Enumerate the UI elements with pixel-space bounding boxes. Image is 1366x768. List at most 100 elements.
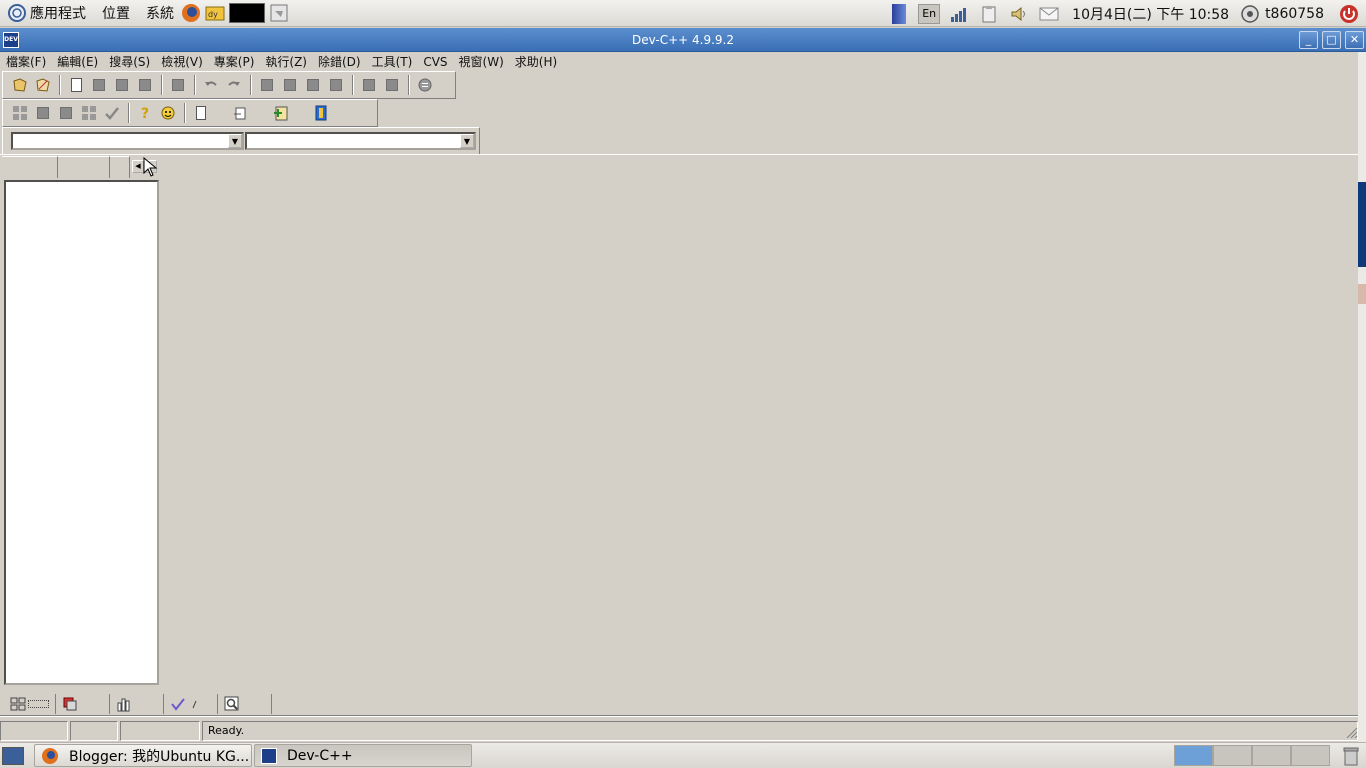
workspace-3[interactable] — [1252, 745, 1291, 766]
insert-icon[interactable] — [230, 102, 252, 124]
status-lines — [120, 721, 200, 741]
resize-grip-icon[interactable] — [1344, 725, 1358, 739]
indent-icon[interactable] — [358, 74, 380, 96]
tab-debug[interactable] — [110, 156, 130, 178]
project-tree-panel[interactable] — [4, 180, 159, 685]
tab-resource[interactable] — [56, 694, 110, 714]
svg-text:?: ? — [141, 106, 149, 121]
clock[interactable]: 10月4日(二) 下午 10:58 — [1072, 4, 1229, 24]
chevron-down-icon[interactable]: ▼ — [460, 134, 474, 148]
firefox-launcher-icon[interactable] — [180, 2, 202, 24]
find-icon[interactable] — [256, 74, 278, 96]
show-desktop-icon[interactable] — [2, 746, 24, 765]
report-tabs — [0, 693, 1366, 715]
minimize-button[interactable]: _ — [1299, 31, 1318, 49]
workspace-1[interactable] — [1174, 745, 1213, 766]
shutdown-icon[interactable] — [1338, 4, 1360, 24]
find-next-icon[interactable] — [302, 74, 324, 96]
menu-cvs[interactable]: CVS — [423, 55, 447, 69]
menu-execute[interactable]: 執行(Z) — [265, 53, 307, 70]
system-tray: En 10月4日(二) 下午 10:58 t860758 — [884, 0, 1366, 27]
user-status-icon[interactable] — [1239, 4, 1261, 24]
window-title: Dev-C++ 4.9.9.2 — [631, 33, 735, 47]
menu-search[interactable]: 搜尋(S) — [109, 53, 150, 70]
close-project-icon[interactable] — [32, 74, 54, 96]
goto-line-icon[interactable] — [325, 74, 347, 96]
terminal-launcher-icon[interactable] — [228, 2, 266, 24]
run-icon[interactable] — [32, 102, 54, 124]
print-icon[interactable] — [167, 74, 189, 96]
firefox-icon — [42, 747, 58, 764]
notes-icon[interactable] — [888, 3, 910, 24]
tab-compile-log[interactable] — [110, 694, 164, 714]
redo-icon[interactable] — [223, 74, 245, 96]
chevron-down-icon[interactable]: ▼ — [228, 134, 242, 148]
places-menu[interactable]: 位置 — [102, 3, 130, 23]
menu-tools[interactable]: 工具(T) — [372, 53, 413, 70]
top-panel: 應用程式 位置 系統 dy En 10月4日(二) 下午 10:58 t8607… — [0, 0, 1366, 27]
save-all-icon[interactable] — [134, 74, 156, 96]
main-toolbar — [2, 71, 456, 99]
menu-debug[interactable]: 除錯(D) — [318, 53, 361, 70]
network-signal-icon[interactable] — [948, 4, 970, 24]
compile-icon[interactable] — [9, 102, 31, 124]
menu-bar: 檔案(F) 編輯(E) 搜尋(S) 檢視(V) 專案(P) 執行(Z) 除錯(D… — [0, 52, 1366, 71]
tab-classes[interactable] — [58, 156, 110, 178]
add-to-project-icon[interactable] — [270, 102, 292, 124]
background-window-edge — [1358, 52, 1366, 742]
help-icon[interactable]: ? — [134, 102, 156, 124]
tab-find-results[interactable] — [218, 694, 272, 714]
new-project-icon[interactable] — [190, 102, 212, 124]
tab-project[interactable] — [2, 156, 58, 178]
class-browser-icon[interactable] — [310, 102, 332, 124]
workspace-switcher — [1174, 745, 1330, 766]
applications-menu[interactable]: 應用程式 — [30, 3, 86, 23]
taskbar-item-devcpp[interactable]: Dev-C++ — [254, 744, 472, 767]
volume-icon[interactable] — [1008, 4, 1030, 24]
menu-window[interactable]: 視窗(W) — [459, 53, 504, 70]
taskbar-item-firefox[interactable]: Blogger: 我的Ubuntu KG... — [34, 744, 252, 767]
ubuntu-menu-icon[interactable] — [6, 2, 28, 24]
undo-icon[interactable] — [200, 74, 222, 96]
mail-icon[interactable] — [1038, 4, 1060, 24]
menu-help[interactable]: 求助(H) — [515, 53, 557, 70]
status-line-col — [0, 721, 68, 741]
syntax-check-icon[interactable] — [101, 102, 123, 124]
open-project-icon[interactable] — [9, 74, 31, 96]
rebuild-all-icon[interactable] — [78, 102, 100, 124]
save-icon[interactable] — [111, 74, 133, 96]
tab-compiler[interactable] — [4, 694, 56, 714]
window-titlebar[interactable]: DEV Dev-C++ 4.9.9.2 _ □ ✕ — [0, 28, 1366, 52]
app-launcher-icon[interactable]: dy — [204, 2, 226, 24]
compile-run-icon[interactable] — [55, 102, 77, 124]
workspace-2[interactable] — [1213, 745, 1252, 766]
maximize-button[interactable]: □ — [1322, 31, 1341, 49]
svg-text:dy: dy — [208, 10, 218, 19]
screenshot-launcher-icon[interactable] — [268, 2, 290, 24]
unindent-icon[interactable] — [381, 74, 403, 96]
class-combobox[interactable]: ▼ — [11, 132, 244, 150]
devcpp-app-icon[interactable]: DEV — [3, 32, 19, 48]
about-icon[interactable] — [157, 102, 179, 124]
trash-icon[interactable] — [1342, 746, 1360, 766]
replace-icon[interactable] — [279, 74, 301, 96]
open-file-icon[interactable] — [88, 74, 110, 96]
menu-file[interactable]: 檔案(F) — [6, 53, 46, 70]
new-file-icon[interactable] — [65, 74, 87, 96]
input-method-indicator[interactable]: En — [918, 3, 941, 24]
tab-debug-output[interactable] — [164, 694, 218, 714]
user-name[interactable]: t860758 — [1265, 6, 1324, 22]
clipboard-icon[interactable] — [978, 4, 1000, 24]
member-combobox[interactable]: ▼ — [245, 132, 476, 150]
toggle-bookmark-icon[interactable] — [414, 74, 436, 96]
menu-edit[interactable]: 編輯(E) — [57, 53, 98, 70]
close-button[interactable]: ✕ — [1345, 31, 1364, 49]
system-menu[interactable]: 系統 — [146, 3, 174, 23]
bottom-panel: Blogger: 我的Ubuntu KG... Dev-C++ — [0, 742, 1366, 768]
status-message: Ready. — [202, 721, 1358, 741]
menu-view[interactable]: 檢視(V) — [161, 53, 203, 70]
menu-project[interactable]: 專案(P) — [214, 53, 255, 70]
status-bar: Ready. — [0, 721, 1358, 741]
workspace-4[interactable] — [1291, 745, 1330, 766]
compile-toolbar: ? — [2, 99, 378, 127]
